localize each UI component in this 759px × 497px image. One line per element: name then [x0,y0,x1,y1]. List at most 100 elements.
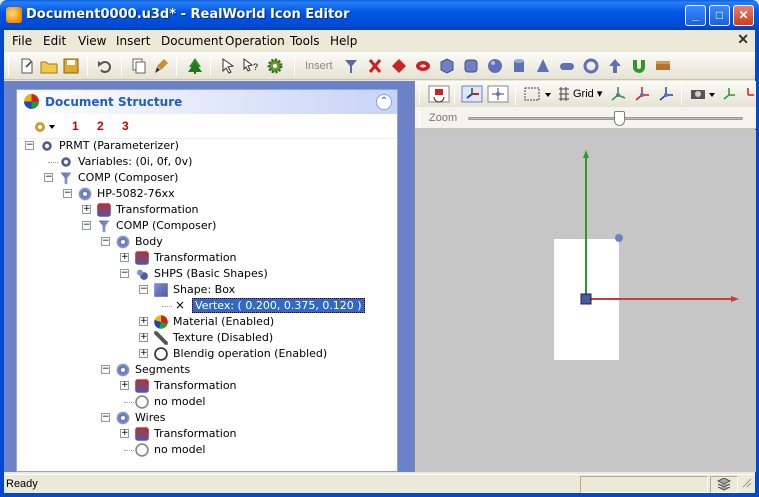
menu-document[interactable]: Document [161,34,223,48]
no-model-icon [135,443,149,457]
viewport-canvas[interactable] [415,130,756,472]
transformation-icon [97,203,111,217]
menu-edit[interactable]: Edit [43,34,66,48]
tree-node-label: SHPS (Basic Shapes) [154,267,268,280]
box-icon[interactable] [654,57,672,75]
close-button[interactable]: ✕ [733,5,754,26]
collapse-icon[interactable]: − [101,413,110,422]
texture-icon [154,331,168,345]
material-icon [154,315,168,329]
rounded-cube-icon[interactable] [462,57,480,75]
settings-icon[interactable] [266,57,284,75]
grid-dropdown[interactable]: Grid ▾ [573,87,602,105]
axes-toggle-icon[interactable] [721,85,737,103]
camera-dropdown-icon[interactable] [689,85,717,103]
resize-grip-icon[interactable] [740,476,754,493]
tree-node-label: Transformation [154,251,237,264]
collapse-icon[interactable]: − [44,173,53,182]
cone-icon[interactable] [534,57,552,75]
grid-icon[interactable] [557,85,571,103]
paint-brush-icon[interactable] [152,57,170,75]
gear-icon [59,155,73,169]
collapse-icon[interactable]: − [101,237,110,246]
tree-node-label: Transformation [154,427,237,440]
collapse-panel-icon[interactable]: ⌃ [376,94,392,110]
copy-icon[interactable] [130,57,148,75]
collapse-icon[interactable]: − [25,141,34,150]
torus-icon[interactable] [414,57,432,75]
composer-icon [98,220,110,233]
collapse-icon[interactable]: − [120,269,129,278]
composer-icon [60,172,72,185]
magnet-icon[interactable] [630,57,648,75]
3d-viewport[interactable] [415,130,756,472]
expand-icon[interactable]: + [120,381,129,390]
ring-icon [116,235,130,249]
expand-icon[interactable]: + [139,349,148,358]
level-2-button[interactable]: 2 [97,119,115,135]
menu-close-icon[interactable]: ✕ [737,31,749,48]
cylinder-icon[interactable] [510,57,528,75]
menu-bar: File Edit View Insert Document Operation… [4,30,755,50]
structure-dropdown-icon[interactable] [33,119,59,135]
undo-icon[interactable] [96,57,114,75]
tree-icon[interactable] [186,57,204,75]
collapse-icon[interactable]: − [101,365,110,374]
expand-icon[interactable]: + [82,205,91,214]
move-gizmo-icon[interactable] [487,85,509,103]
collapse-icon[interactable]: − [139,285,148,294]
menu-view[interactable]: View [78,34,106,48]
open-folder-icon[interactable] [40,57,58,75]
tree-node-label: Segments [135,363,191,376]
minimize-button[interactable]: _ [685,5,706,26]
new-document-icon[interactable] [18,57,36,75]
connector-icon[interactable] [342,57,360,75]
maximize-button[interactable]: □ [709,5,730,26]
tree-node-label: COMP (Composer) [78,171,179,184]
zoom-slider-thumb[interactable] [614,111,626,126]
window-title: Document0000.u3d* - RealWorld Icon Edito… [26,7,350,22]
expand-icon[interactable]: + [120,429,129,438]
zoom-slider-track[interactable] [468,117,743,120]
menu-insert[interactable]: Insert [116,34,150,48]
menu-file[interactable]: File [12,34,32,48]
view-side-icon[interactable] [633,85,651,103]
expand-icon[interactable]: + [120,253,129,262]
red-diamond-icon[interactable] [390,57,408,75]
level-1-button[interactable]: 1 [72,119,90,135]
expand-icon[interactable]: + [139,317,148,326]
save-icon[interactable] [62,57,80,75]
toolbar-separator [121,56,122,76]
selected-vertex-point[interactable] [615,234,623,242]
tree-connector [48,162,58,163]
sphere-icon[interactable] [486,57,504,75]
expand-icon[interactable]: + [139,333,148,342]
level-3-button[interactable]: 3 [122,119,140,135]
svg-text:?: ? [253,62,258,72]
snap-dropdown-icon[interactable] [523,85,553,103]
toolbar-separator [210,56,211,76]
pointer-icon[interactable] [219,57,237,75]
view-front-icon[interactable] [609,85,627,103]
tree-node-label: no model [154,443,206,456]
more-tools-icon[interactable] [741,85,755,103]
capsule-icon[interactable] [558,57,576,75]
ring-icon[interactable] [582,57,600,75]
origin-vertex-handle[interactable] [580,293,592,305]
menu-tools[interactable]: Tools [290,34,320,48]
help-pointer-icon[interactable]: ? [242,57,260,75]
tree-node-label: COMP (Composer) [116,219,217,232]
collapse-icon[interactable]: − [82,221,91,230]
vertex-x-icon: × [174,298,186,312]
insert-label: Insert [305,60,333,72]
menu-operation[interactable]: Operation [225,34,285,48]
axes-gizmo-icon[interactable] [461,85,483,103]
app-icon [6,7,22,23]
collapse-icon[interactable]: − [63,189,72,198]
arrow-up-icon[interactable] [606,57,624,75]
cube-icon[interactable] [438,57,456,75]
red-x-icon[interactable] [366,57,384,75]
menu-help[interactable]: Help [330,34,357,48]
rotate-view-icon[interactable] [428,85,450,103]
view-top-icon[interactable] [657,85,675,103]
